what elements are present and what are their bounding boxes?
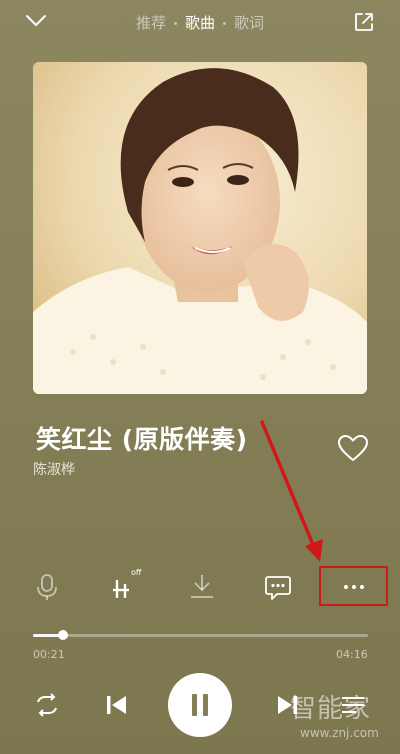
heart-icon[interactable]	[337, 434, 369, 462]
sound-effect-badge: off	[131, 568, 142, 577]
watermark-url: www.znj.com	[300, 726, 379, 740]
more-button-highlight-box	[319, 566, 388, 606]
loop-icon[interactable]	[32, 690, 62, 720]
previous-icon[interactable]	[102, 690, 132, 720]
pause-icon	[192, 694, 208, 716]
sound-effect-button[interactable]: off	[111, 568, 141, 602]
mic-icon[interactable]	[32, 572, 62, 602]
progress-knob[interactable]	[58, 630, 69, 640]
tab-bar: 推荐 歌曲 歌词	[0, 12, 400, 33]
album-portrait-image	[33, 62, 367, 394]
tab-separator	[223, 22, 226, 25]
current-time: 00:21	[33, 648, 65, 661]
total-time: 04:16	[336, 648, 368, 661]
tab-song[interactable]: 歌曲	[185, 14, 215, 32]
song-title: 笑红尘 (原版伴奏)	[36, 425, 248, 454]
play-pause-button[interactable]	[168, 673, 232, 737]
download-icon[interactable]	[187, 572, 217, 602]
progress-bar[interactable]	[33, 630, 368, 640]
album-cover	[33, 62, 367, 394]
share-icon[interactable]	[352, 10, 376, 34]
artist-name[interactable]: 陈淑桦	[33, 459, 75, 479]
top-bar: 推荐 歌曲 歌词	[0, 0, 400, 46]
tab-recommend[interactable]: 推荐	[136, 14, 166, 32]
tab-lyrics[interactable]: 歌词	[234, 14, 264, 32]
tab-separator	[173, 22, 177, 25]
watermark-text: 智能家	[290, 694, 372, 724]
comment-icon[interactable]	[263, 572, 293, 602]
